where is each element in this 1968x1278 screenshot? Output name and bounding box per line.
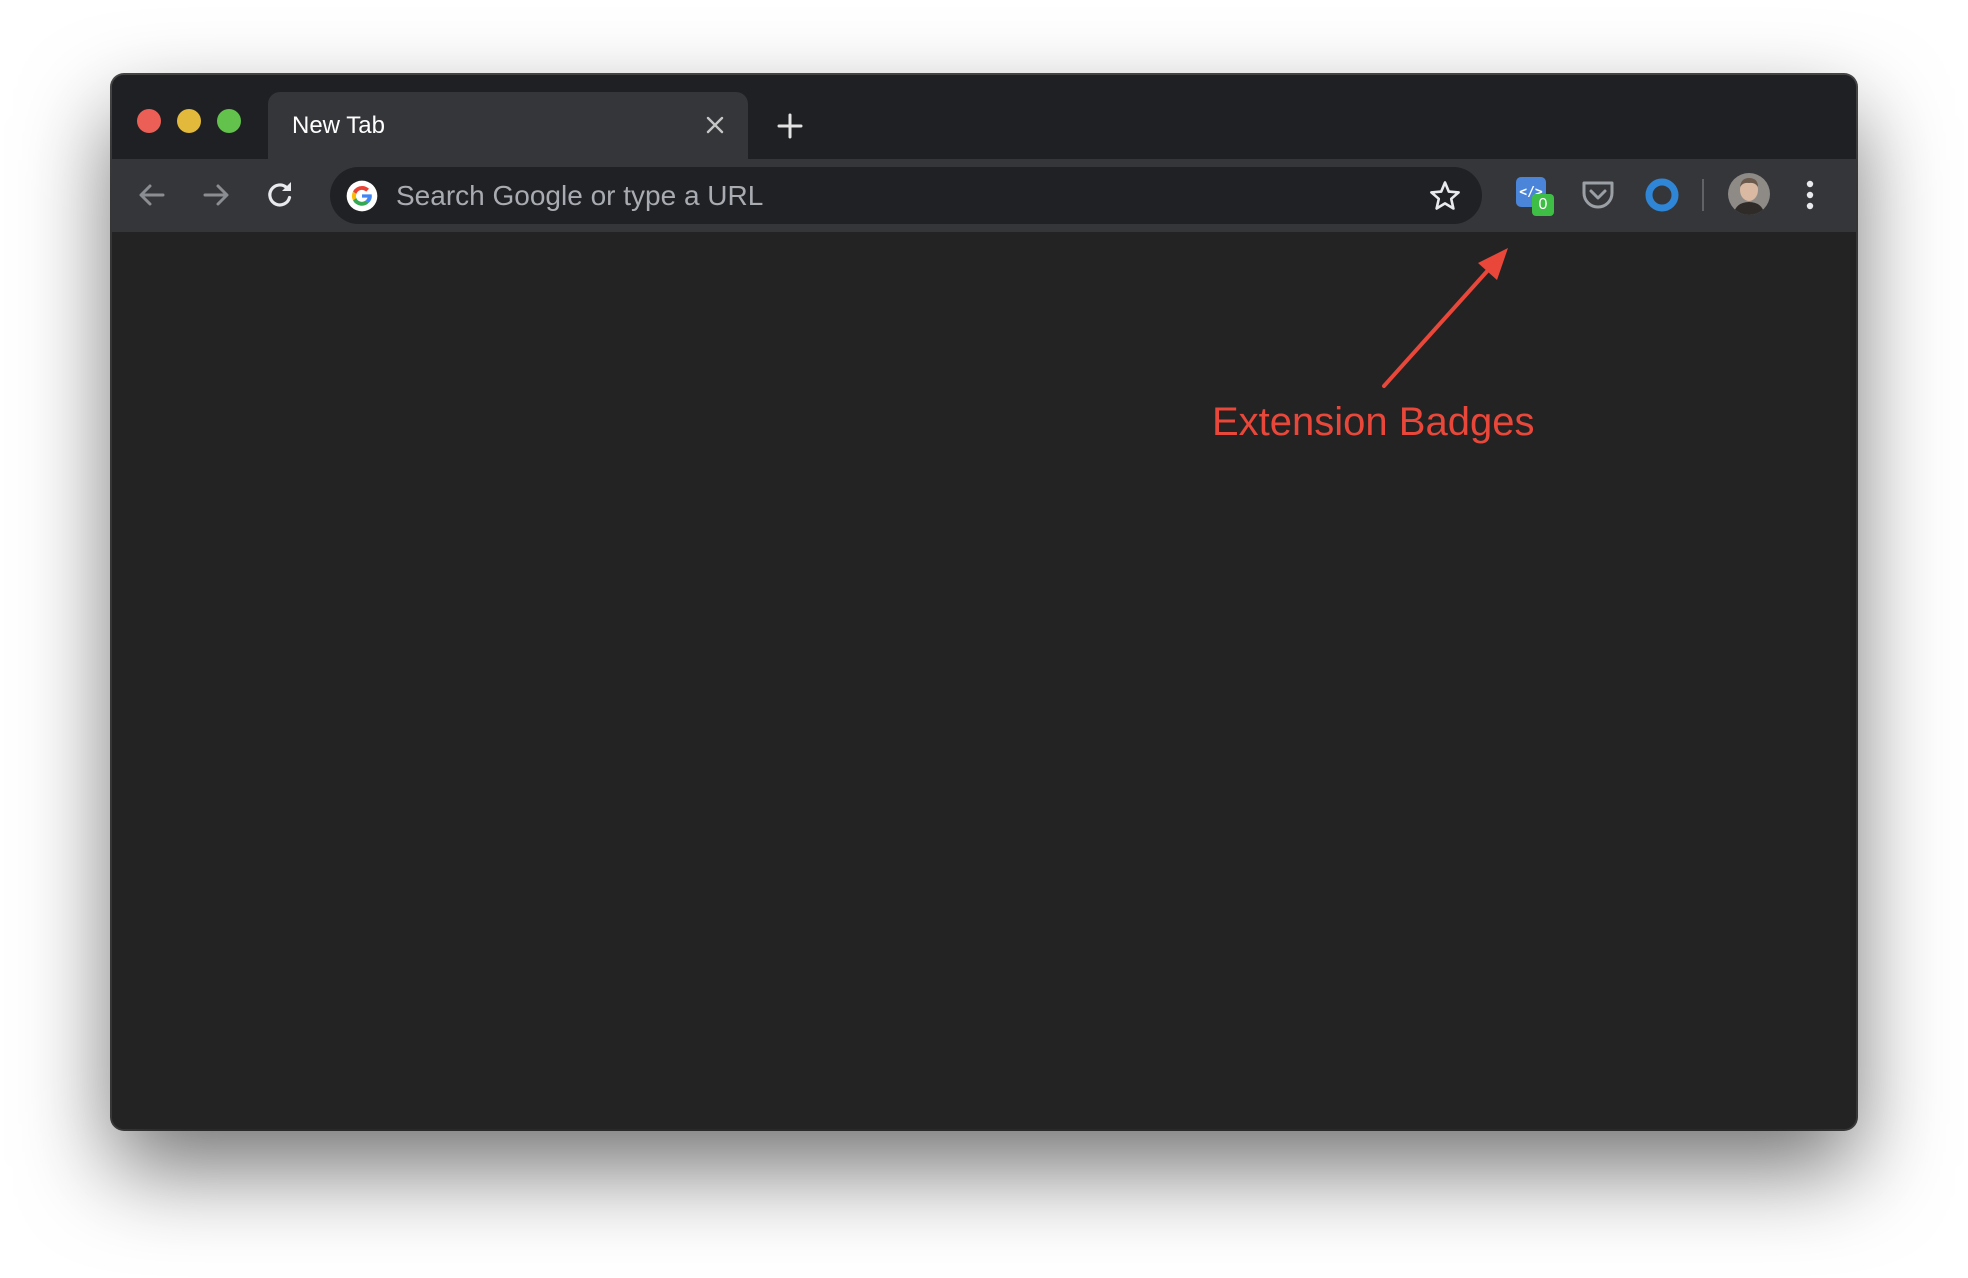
toolbar: </> 0 [112,159,1856,232]
tab-title: New Tab [292,112,385,139]
annotation-label: Extension Badges [1212,400,1535,444]
omnibox-input[interactable] [396,167,1396,224]
profile-avatar-button[interactable] [1728,173,1770,215]
new-tab-button[interactable] [772,108,808,144]
back-button[interactable] [132,175,172,215]
forward-button[interactable] [196,175,236,215]
reload-icon [268,182,292,207]
toolbar-separator [1702,179,1704,211]
page-content [112,232,1856,1129]
omnibox[interactable] [330,167,1482,224]
reload-button[interactable] [260,175,300,215]
window-minimize-button[interactable] [177,109,201,133]
devtools-extension-button[interactable]: </> 0 [1514,175,1554,216]
ring-extension-button[interactable] [1642,175,1682,215]
google-icon [346,180,378,212]
arrow-left-icon [139,184,165,206]
plus-icon [777,113,803,139]
browser-window: New Tab Search Google or type a URL </> … [112,75,1856,1129]
menu-button[interactable] [1790,175,1830,215]
avatar-icon [1728,173,1770,215]
window-maximize-button[interactable] [217,109,241,133]
tab-strip: New Tab [112,75,1856,159]
ring-icon [1645,178,1679,212]
extension-badge: 0 [1532,194,1554,216]
arrow-right-icon [203,184,229,206]
window-close-button[interactable] [137,109,161,133]
tab-new-tab[interactable]: New Tab [268,92,748,159]
star-icon[interactable] [1428,179,1462,213]
kebab-menu-icon [1806,180,1814,210]
pocket-extension-button[interactable] [1578,175,1618,215]
close-icon[interactable] [700,110,730,140]
pocket-icon [1582,181,1614,209]
